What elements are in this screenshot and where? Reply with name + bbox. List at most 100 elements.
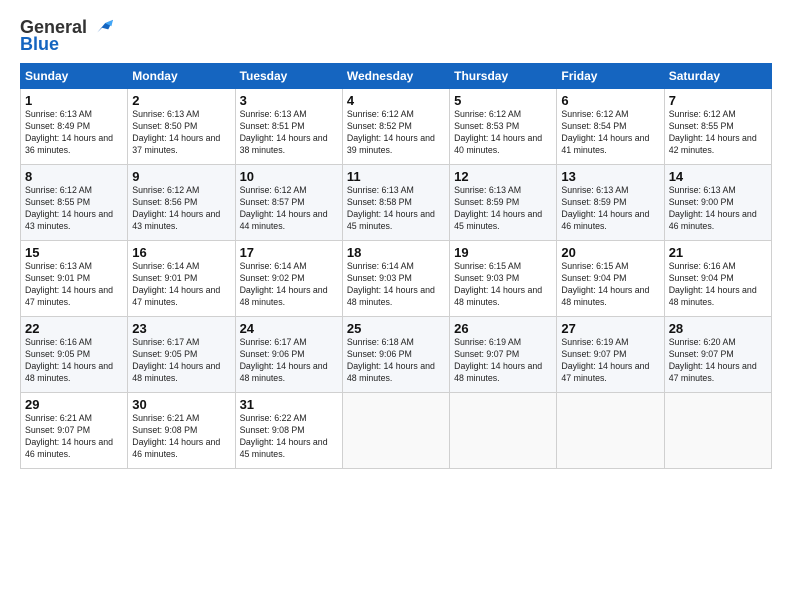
day-info: Sunrise: 6:12 AMSunset: 8:53 PMDaylight:…	[454, 109, 542, 155]
day-number: 4	[347, 93, 445, 108]
day-number: 17	[240, 245, 338, 260]
day-number: 10	[240, 169, 338, 184]
day-info: Sunrise: 6:13 AMSunset: 8:59 PMDaylight:…	[561, 185, 649, 231]
calendar-cell: 26 Sunrise: 6:19 AMSunset: 9:07 PMDaylig…	[450, 317, 557, 393]
header-row: Sunday Monday Tuesday Wednesday Thursday…	[21, 64, 772, 89]
day-info: Sunrise: 6:21 AMSunset: 9:07 PMDaylight:…	[25, 413, 113, 459]
calendar-cell: 17 Sunrise: 6:14 AMSunset: 9:02 PMDaylig…	[235, 241, 342, 317]
day-number: 25	[347, 321, 445, 336]
calendar-cell: 5 Sunrise: 6:12 AMSunset: 8:53 PMDayligh…	[450, 89, 557, 165]
day-number: 11	[347, 169, 445, 184]
day-number: 14	[669, 169, 767, 184]
day-info: Sunrise: 6:13 AMSunset: 8:49 PMDaylight:…	[25, 109, 113, 155]
day-info: Sunrise: 6:13 AMSunset: 9:00 PMDaylight:…	[669, 185, 757, 231]
calendar-cell: 16 Sunrise: 6:14 AMSunset: 9:01 PMDaylig…	[128, 241, 235, 317]
calendar-cell: 6 Sunrise: 6:12 AMSunset: 8:54 PMDayligh…	[557, 89, 664, 165]
day-number: 6	[561, 93, 659, 108]
day-info: Sunrise: 6:13 AMSunset: 9:01 PMDaylight:…	[25, 261, 113, 307]
day-number: 22	[25, 321, 123, 336]
calendar-cell: 9 Sunrise: 6:12 AMSunset: 8:56 PMDayligh…	[128, 165, 235, 241]
calendar-cell: 8 Sunrise: 6:12 AMSunset: 8:55 PMDayligh…	[21, 165, 128, 241]
calendar-cell: 2 Sunrise: 6:13 AMSunset: 8:50 PMDayligh…	[128, 89, 235, 165]
day-number: 1	[25, 93, 123, 108]
day-info: Sunrise: 6:13 AMSunset: 8:50 PMDaylight:…	[132, 109, 220, 155]
day-number: 13	[561, 169, 659, 184]
calendar-cell: 24 Sunrise: 6:17 AMSunset: 9:06 PMDaylig…	[235, 317, 342, 393]
page: General Blue Sunday Monday Tuesday Wedne…	[0, 0, 792, 612]
day-number: 21	[669, 245, 767, 260]
day-info: Sunrise: 6:16 AMSunset: 9:05 PMDaylight:…	[25, 337, 113, 383]
day-info: Sunrise: 6:14 AMSunset: 9:02 PMDaylight:…	[240, 261, 328, 307]
calendar-cell: 1 Sunrise: 6:13 AMSunset: 8:49 PMDayligh…	[21, 89, 128, 165]
calendar-cell: 19 Sunrise: 6:15 AMSunset: 9:03 PMDaylig…	[450, 241, 557, 317]
day-info: Sunrise: 6:22 AMSunset: 9:08 PMDaylight:…	[240, 413, 328, 459]
calendar-cell	[664, 393, 771, 469]
day-number: 24	[240, 321, 338, 336]
calendar-cell: 12 Sunrise: 6:13 AMSunset: 8:59 PMDaylig…	[450, 165, 557, 241]
day-number: 26	[454, 321, 552, 336]
calendar-cell: 14 Sunrise: 6:13 AMSunset: 9:00 PMDaylig…	[664, 165, 771, 241]
col-thursday: Thursday	[450, 64, 557, 89]
calendar-week-4: 22 Sunrise: 6:16 AMSunset: 9:05 PMDaylig…	[21, 317, 772, 393]
day-info: Sunrise: 6:12 AMSunset: 8:55 PMDaylight:…	[669, 109, 757, 155]
day-number: 9	[132, 169, 230, 184]
day-info: Sunrise: 6:14 AMSunset: 9:01 PMDaylight:…	[132, 261, 220, 307]
day-number: 16	[132, 245, 230, 260]
calendar-header: Sunday Monday Tuesday Wednesday Thursday…	[21, 64, 772, 89]
day-number: 23	[132, 321, 230, 336]
day-info: Sunrise: 6:20 AMSunset: 9:07 PMDaylight:…	[669, 337, 757, 383]
calendar-cell: 11 Sunrise: 6:13 AMSunset: 8:58 PMDaylig…	[342, 165, 449, 241]
calendar-cell: 3 Sunrise: 6:13 AMSunset: 8:51 PMDayligh…	[235, 89, 342, 165]
day-info: Sunrise: 6:13 AMSunset: 8:58 PMDaylight:…	[347, 185, 435, 231]
day-number: 30	[132, 397, 230, 412]
col-sunday: Sunday	[21, 64, 128, 89]
day-number: 8	[25, 169, 123, 184]
day-info: Sunrise: 6:19 AMSunset: 9:07 PMDaylight:…	[454, 337, 542, 383]
calendar-cell: 18 Sunrise: 6:14 AMSunset: 9:03 PMDaylig…	[342, 241, 449, 317]
calendar-cell: 20 Sunrise: 6:15 AMSunset: 9:04 PMDaylig…	[557, 241, 664, 317]
day-info: Sunrise: 6:12 AMSunset: 8:54 PMDaylight:…	[561, 109, 649, 155]
col-friday: Friday	[557, 64, 664, 89]
day-info: Sunrise: 6:13 AMSunset: 8:51 PMDaylight:…	[240, 109, 328, 155]
calendar-cell: 31 Sunrise: 6:22 AMSunset: 9:08 PMDaylig…	[235, 393, 342, 469]
calendar-body: 1 Sunrise: 6:13 AMSunset: 8:49 PMDayligh…	[21, 89, 772, 469]
calendar-cell: 28 Sunrise: 6:20 AMSunset: 9:07 PMDaylig…	[664, 317, 771, 393]
day-number: 27	[561, 321, 659, 336]
day-number: 19	[454, 245, 552, 260]
col-saturday: Saturday	[664, 64, 771, 89]
calendar-cell: 22 Sunrise: 6:16 AMSunset: 9:05 PMDaylig…	[21, 317, 128, 393]
calendar-cell: 27 Sunrise: 6:19 AMSunset: 9:07 PMDaylig…	[557, 317, 664, 393]
day-info: Sunrise: 6:12 AMSunset: 8:52 PMDaylight:…	[347, 109, 435, 155]
calendar-cell: 13 Sunrise: 6:13 AMSunset: 8:59 PMDaylig…	[557, 165, 664, 241]
day-info: Sunrise: 6:12 AMSunset: 8:55 PMDaylight:…	[25, 185, 113, 231]
logo-blue-text: Blue	[20, 34, 59, 55]
calendar-week-5: 29 Sunrise: 6:21 AMSunset: 9:07 PMDaylig…	[21, 393, 772, 469]
col-monday: Monday	[128, 64, 235, 89]
calendar-cell: 10 Sunrise: 6:12 AMSunset: 8:57 PMDaylig…	[235, 165, 342, 241]
header: General Blue	[20, 16, 772, 55]
day-info: Sunrise: 6:21 AMSunset: 9:08 PMDaylight:…	[132, 413, 220, 459]
calendar-cell: 7 Sunrise: 6:12 AMSunset: 8:55 PMDayligh…	[664, 89, 771, 165]
day-number: 7	[669, 93, 767, 108]
day-number: 18	[347, 245, 445, 260]
calendar-cell: 30 Sunrise: 6:21 AMSunset: 9:08 PMDaylig…	[128, 393, 235, 469]
day-number: 12	[454, 169, 552, 184]
calendar-cell	[342, 393, 449, 469]
calendar-week-1: 1 Sunrise: 6:13 AMSunset: 8:49 PMDayligh…	[21, 89, 772, 165]
day-number: 2	[132, 93, 230, 108]
calendar-cell: 4 Sunrise: 6:12 AMSunset: 8:52 PMDayligh…	[342, 89, 449, 165]
day-info: Sunrise: 6:18 AMSunset: 9:06 PMDaylight:…	[347, 337, 435, 383]
day-number: 29	[25, 397, 123, 412]
day-info: Sunrise: 6:19 AMSunset: 9:07 PMDaylight:…	[561, 337, 649, 383]
logo-bird-icon	[91, 16, 113, 38]
day-info: Sunrise: 6:15 AMSunset: 9:03 PMDaylight:…	[454, 261, 542, 307]
day-number: 3	[240, 93, 338, 108]
calendar-cell: 23 Sunrise: 6:17 AMSunset: 9:05 PMDaylig…	[128, 317, 235, 393]
day-info: Sunrise: 6:16 AMSunset: 9:04 PMDaylight:…	[669, 261, 757, 307]
logo: General Blue	[20, 16, 113, 55]
day-info: Sunrise: 6:17 AMSunset: 9:06 PMDaylight:…	[240, 337, 328, 383]
calendar-cell: 25 Sunrise: 6:18 AMSunset: 9:06 PMDaylig…	[342, 317, 449, 393]
day-number: 5	[454, 93, 552, 108]
day-number: 15	[25, 245, 123, 260]
col-tuesday: Tuesday	[235, 64, 342, 89]
